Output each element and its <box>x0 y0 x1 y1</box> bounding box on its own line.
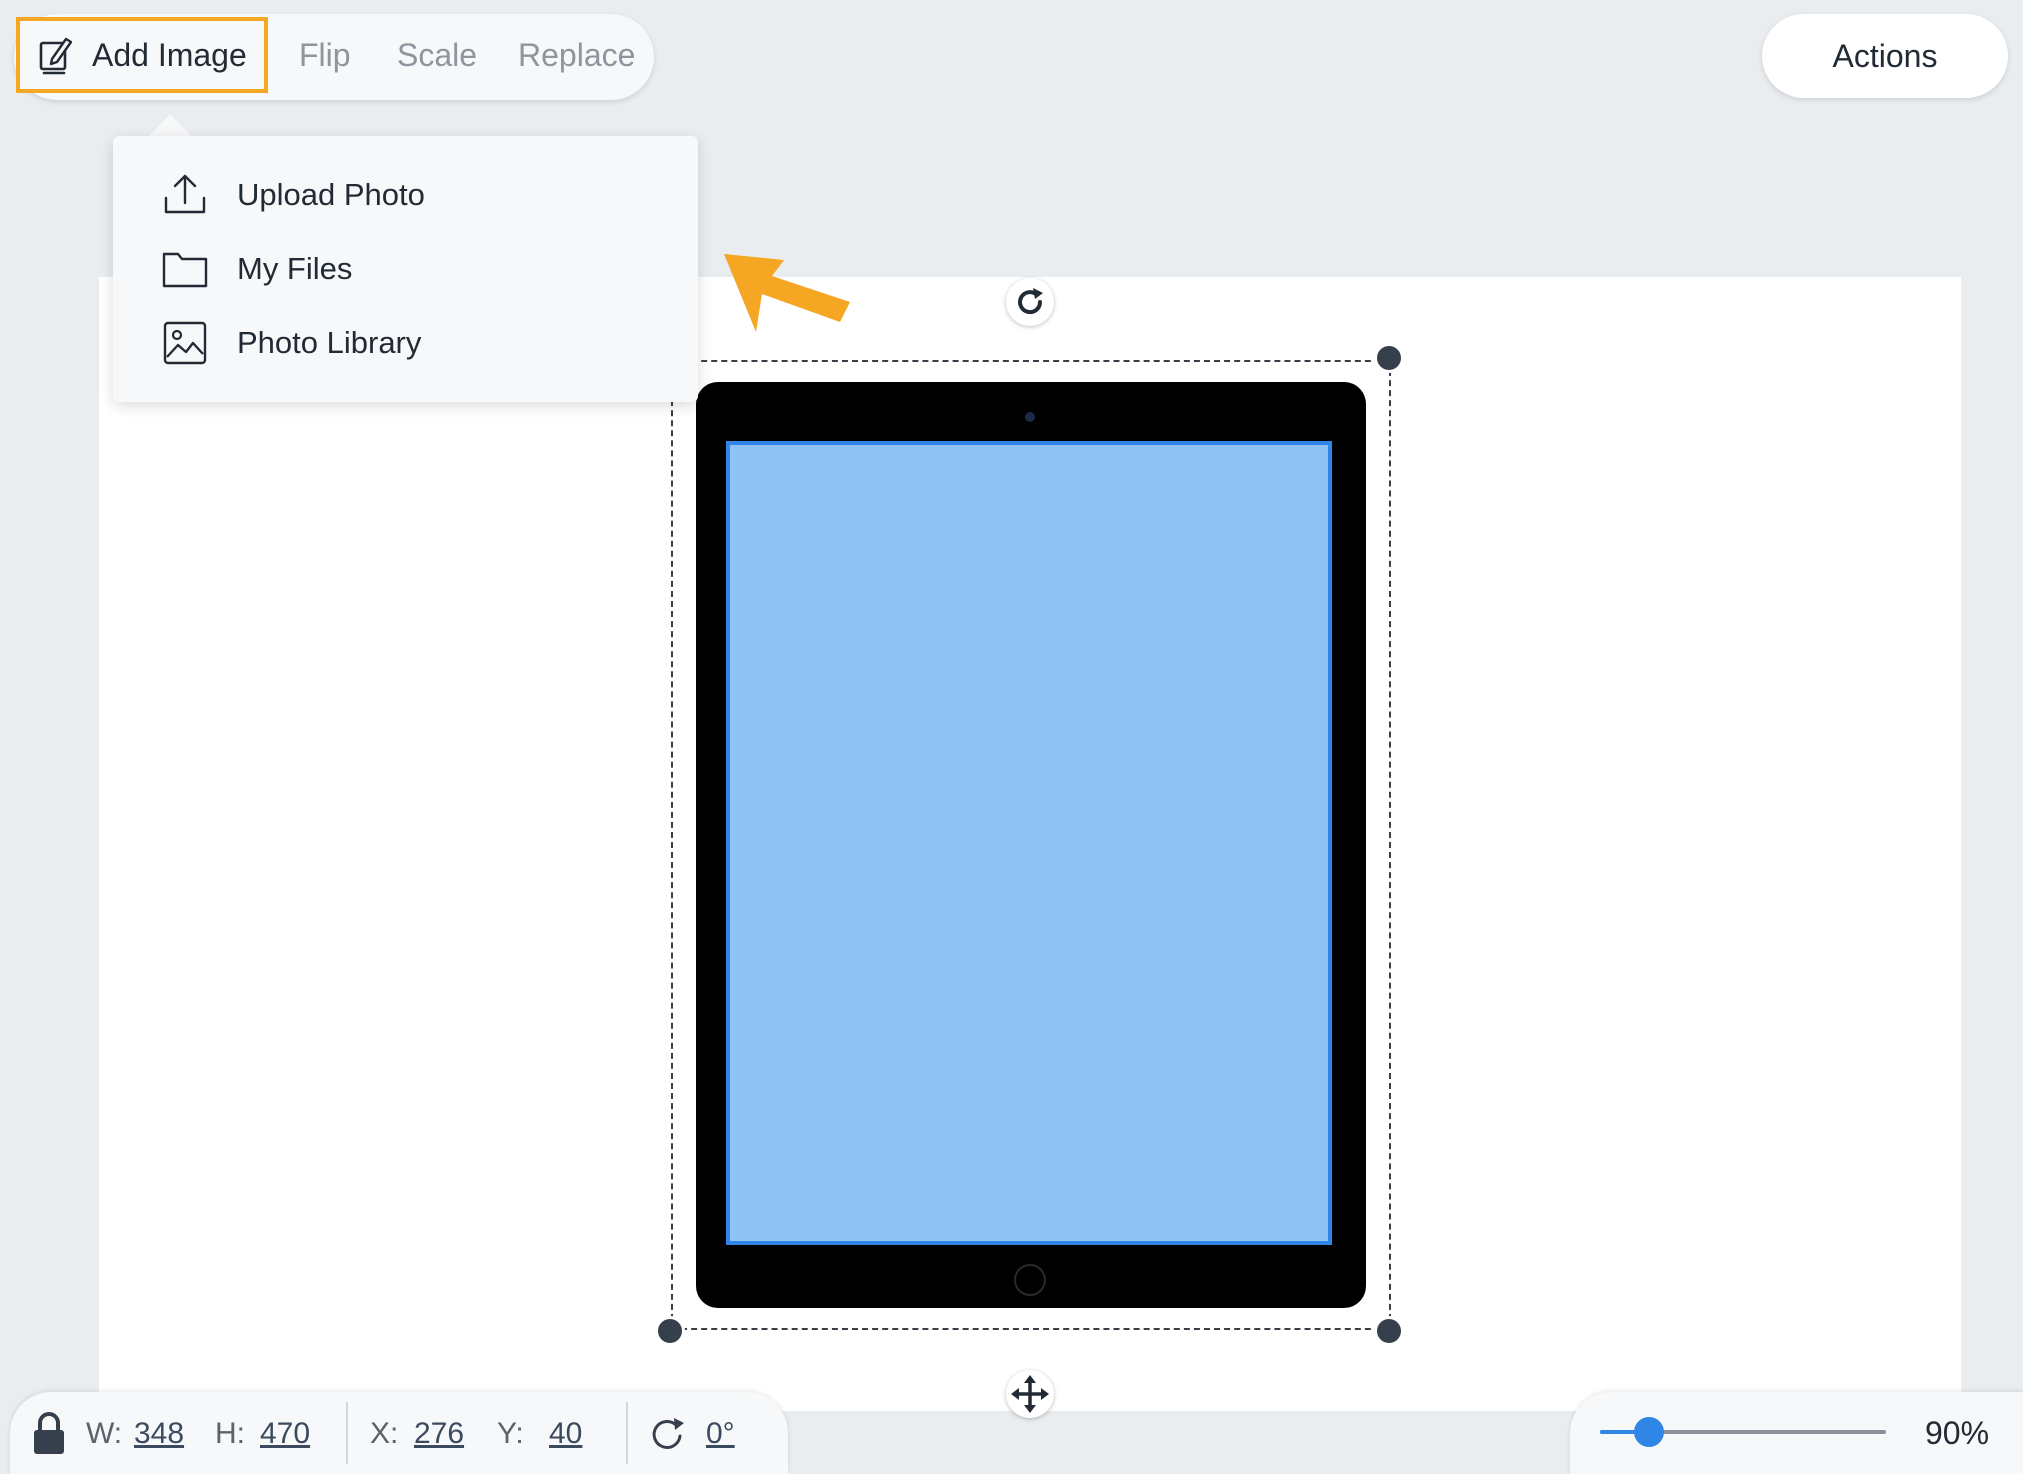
menu-item-upload-photo[interactable]: Upload Photo <box>161 166 661 224</box>
add-image-label: Add Image <box>92 36 247 73</box>
add-image-dropdown: Upload Photo My Files Photo Library <box>113 136 698 402</box>
width-label: W: <box>86 1417 123 1450</box>
move-button[interactable] <box>1006 1370 1054 1418</box>
rotation-icon <box>652 1418 684 1449</box>
y-label: Y: <box>497 1417 524 1450</box>
width-value[interactable]: 348 <box>134 1414 184 1454</box>
status-divider <box>346 1402 348 1464</box>
rotate-icon <box>1018 288 1043 315</box>
upload-icon <box>161 171 209 219</box>
x-value[interactable]: 276 <box>414 1414 464 1454</box>
resize-handle-bottom-right[interactable] <box>1374 1316 1404 1346</box>
x-label: X: <box>370 1417 399 1450</box>
image-icon <box>161 319 209 367</box>
flip-button[interactable]: Flip <box>299 17 351 93</box>
replace-button[interactable]: Replace <box>518 17 635 93</box>
zoom-bar: 90% <box>1570 1392 2023 1474</box>
rotation-value[interactable]: 0° <box>706 1414 735 1454</box>
height-value[interactable]: 470 <box>260 1414 310 1454</box>
y-value[interactable]: 40 <box>549 1414 582 1454</box>
menu-item-label: Photo Library <box>237 325 422 360</box>
menu-item-photo-library[interactable]: Photo Library <box>161 314 661 372</box>
dropdown-caret <box>148 114 192 137</box>
rotate-button[interactable] <box>1006 278 1054 326</box>
tablet-screen <box>726 441 1332 1245</box>
status-divider <box>626 1402 628 1464</box>
menu-item-label: Upload Photo <box>237 177 425 212</box>
resize-handle-bottom-left[interactable] <box>655 1316 685 1346</box>
move-icon <box>1011 1375 1049 1413</box>
menu-item-label: My Files <box>237 251 353 286</box>
edit-image-icon <box>39 37 73 75</box>
scale-button[interactable]: Scale <box>397 17 477 93</box>
dimension-status-bar: W: 348 H: 470 X: 276 Y: 40 0° <box>10 1392 788 1474</box>
zoom-slider-thumb[interactable] <box>1633 1417 1664 1447</box>
tablet-camera <box>1025 412 1035 422</box>
add-image-button[interactable]: Add Image <box>16 17 268 93</box>
zoom-value: 90% <box>1925 1414 1990 1451</box>
lock-icon[interactable] <box>32 1410 66 1456</box>
resize-handle-top-right[interactable] <box>1374 343 1404 373</box>
height-label: H: <box>215 1417 245 1450</box>
folder-icon <box>161 245 209 293</box>
tablet-home-button <box>1014 1264 1046 1296</box>
zoom-slider[interactable] <box>1600 1417 1886 1447</box>
menu-item-my-files[interactable]: My Files <box>161 240 661 298</box>
tablet-image[interactable] <box>696 382 1366 1308</box>
actions-button[interactable]: Actions <box>1762 14 2008 98</box>
pointer-arrow-icon <box>724 254 850 332</box>
